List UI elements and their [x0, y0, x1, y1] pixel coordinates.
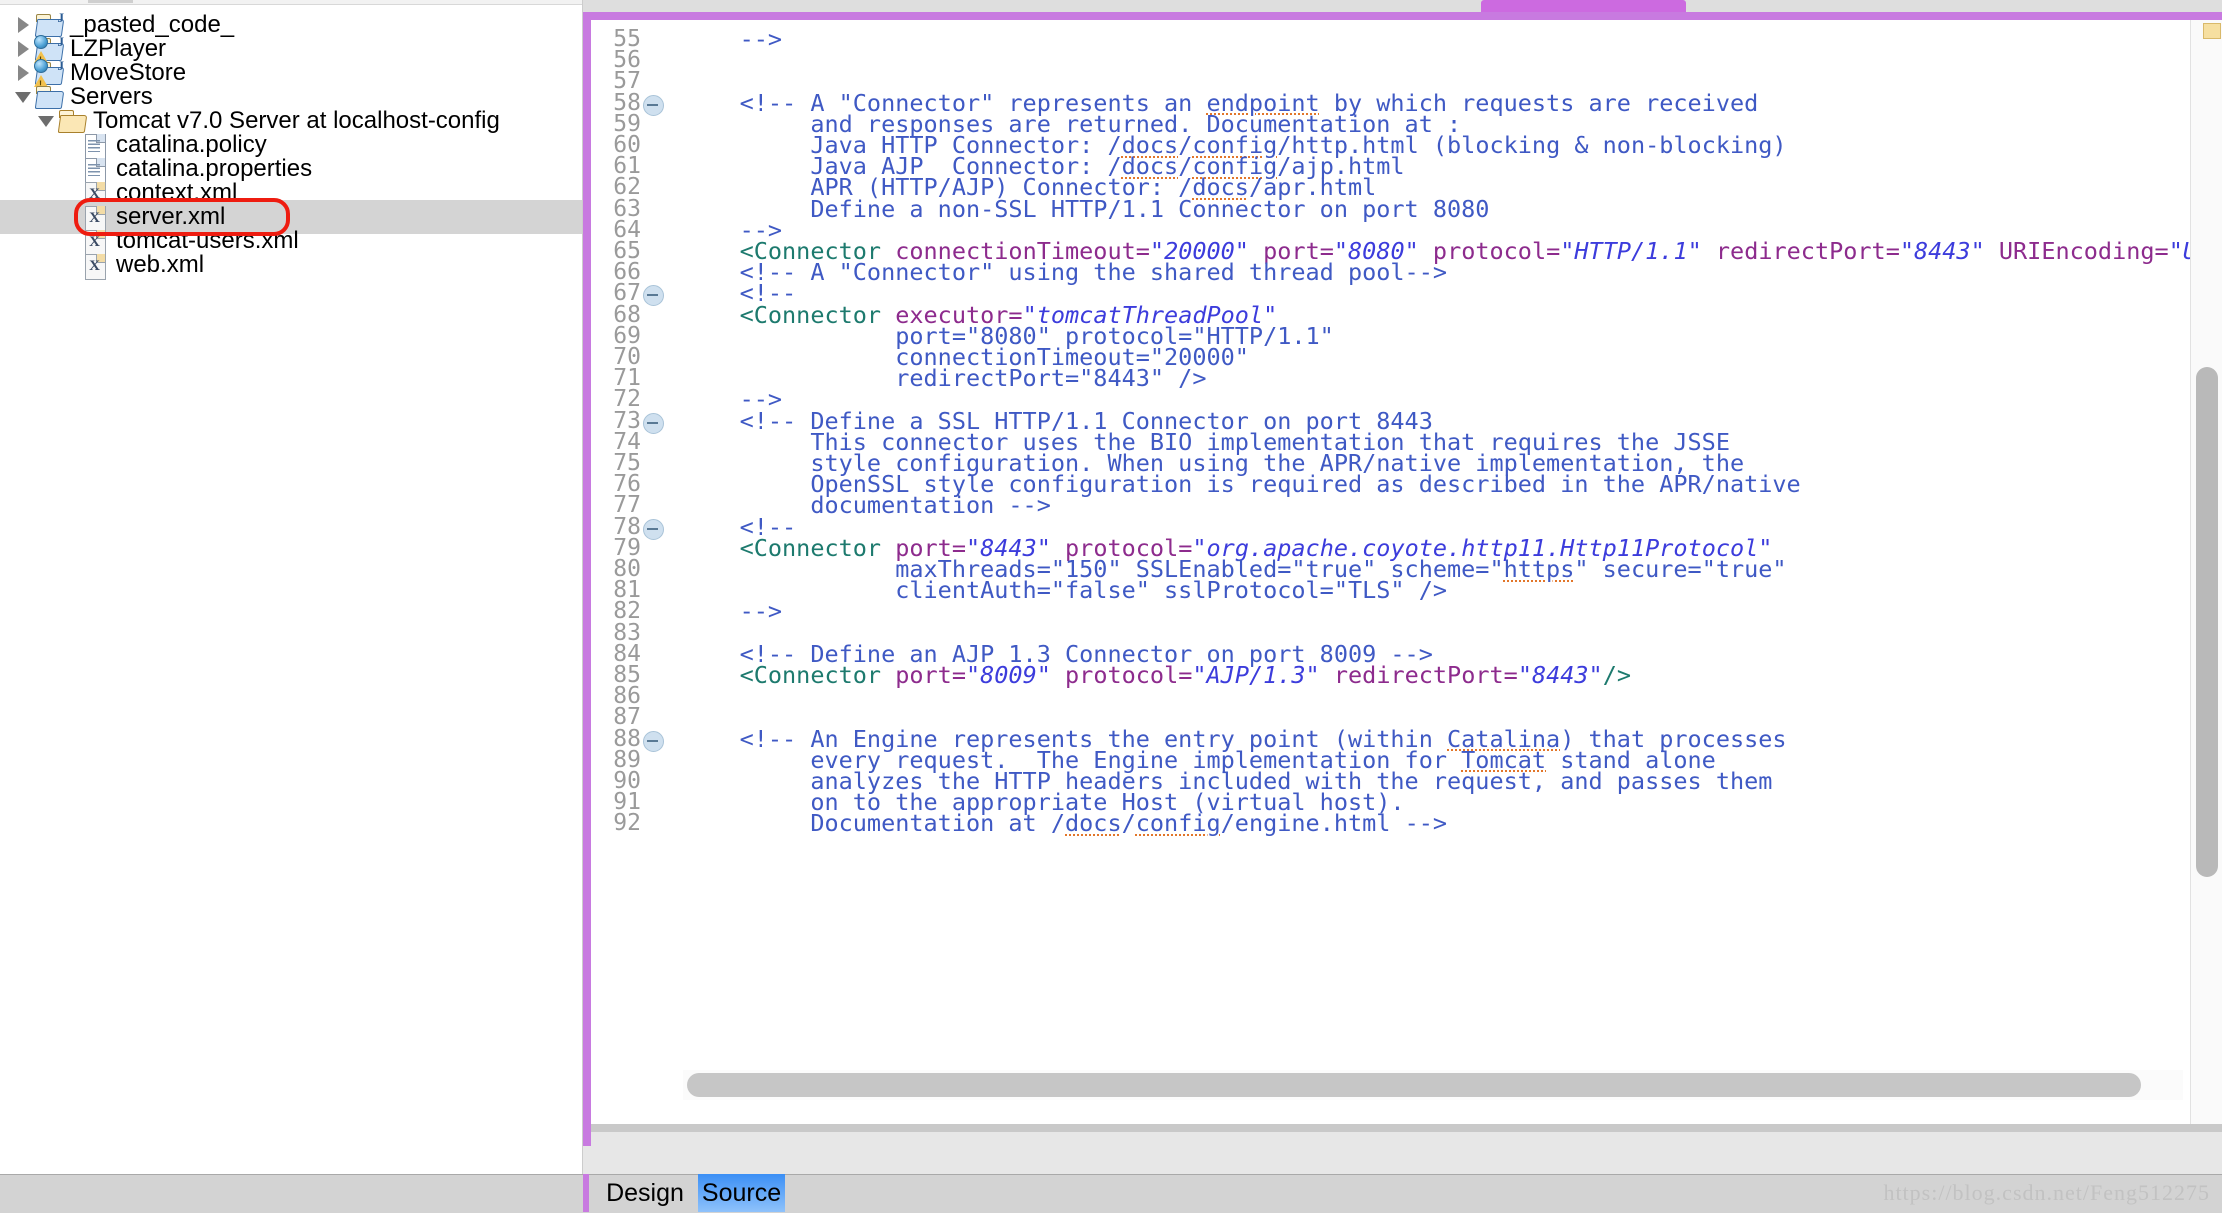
- bottom-bar-accent: [583, 1174, 589, 1212]
- code-line: -->: [683, 597, 783, 626]
- editor-active-tab[interactable]: [1481, 0, 1686, 12]
- fold-collapse-icon[interactable]: [643, 412, 664, 434]
- source-editor[interactable]: 55 56 57 58 59 60 61 62 63 64 65 66 67 68 69 70 71 72 73 74…: [591, 20, 2191, 1124]
- code-line: -->: [683, 25, 783, 53]
- xml-file-icon: X: [80, 252, 110, 280]
- line-number: 92: [613, 810, 641, 837]
- editor-bottom-strip: [591, 1124, 2222, 1132]
- code-line: Documentation at /docs/config/engine.htm…: [683, 809, 1448, 838]
- project-explorer-panel[interactable]: J_pasted_code_JLZPlayerJMoveStoreServers…: [0, 0, 583, 1212]
- code-line: clientAuth="false" sslProtocol="TLS" />: [683, 576, 1448, 605]
- vertical-scrollbar-thumb[interactable]: [2196, 367, 2218, 877]
- source-code-text[interactable]: --> <!-- A "Connector" represents an end…: [683, 20, 2191, 1124]
- tree-item-web-xml[interactable]: Xweb.xml: [0, 248, 583, 282]
- fold-collapse-icon[interactable]: [643, 518, 664, 540]
- twisty-placeholder: [58, 248, 80, 282]
- vertical-scrollbar[interactable]: [2190, 20, 2222, 1124]
- editor-left-accent-border: [583, 12, 591, 1146]
- overview-warning-marker[interactable]: [2203, 23, 2221, 39]
- fold-collapse-icon[interactable]: [643, 94, 664, 116]
- horizontal-scrollbar-thumb[interactable]: [687, 1073, 2141, 1097]
- tree-item-label: web.xml: [116, 251, 205, 278]
- editor-tab-underline: [583, 12, 2222, 20]
- code-line: <!-- A "Connector" using the shared thre…: [683, 258, 1448, 287]
- watermark-text: https://blog.csdn.net/Feng512275: [1883, 1180, 2210, 1205]
- explorer-tab-stub: [88, 0, 133, 3]
- code-line: Define a non-SSL HTTP/1.1 Connector on p…: [683, 194, 1490, 223]
- tab-source[interactable]: Source: [698, 1174, 785, 1212]
- fold-collapse-icon[interactable]: [643, 730, 664, 752]
- line-number-gutter[interactable]: 55 56 57 58 59 60 61 62 63 64 65 66 67 68 69 70 71 72 73 74…: [591, 20, 683, 1124]
- editor-area[interactable]: 55 56 57 58 59 60 61 62 63 64 65 66 67 68 69 70 71 72 73 74…: [583, 0, 2222, 1212]
- code-line: <Connector port="8009" protocol="AJP/1.3…: [739, 661, 1632, 689]
- tab-design[interactable]: Design: [592, 1174, 698, 1212]
- fold-collapse-icon[interactable]: [643, 285, 664, 307]
